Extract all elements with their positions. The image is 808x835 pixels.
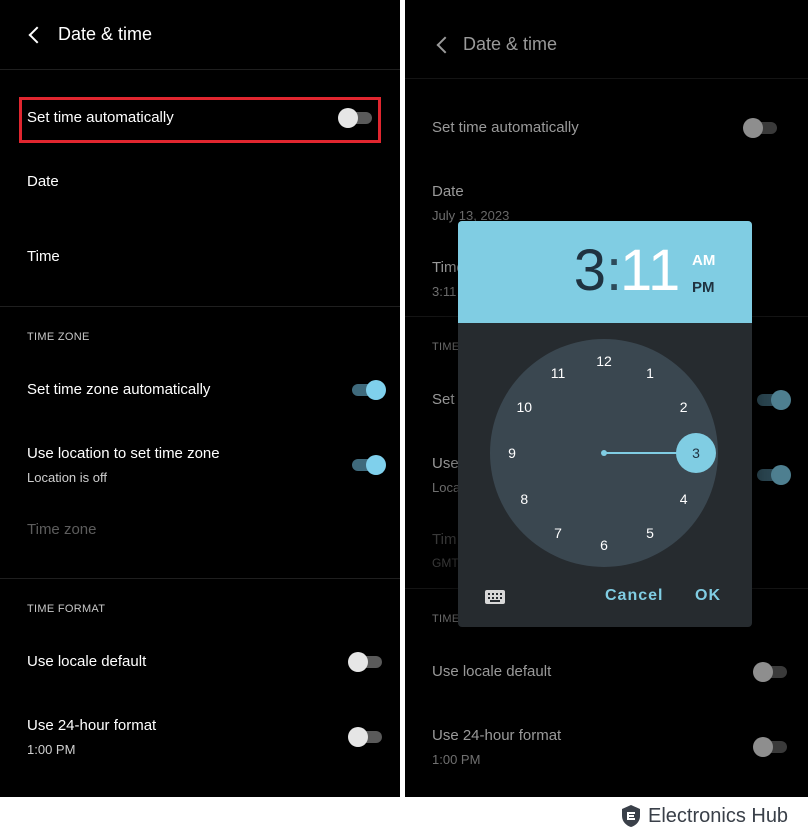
page-title: Date & time: [463, 34, 558, 54]
use-locale-default-toggle: [753, 662, 789, 682]
time-zone-item-disabled: Tim: [432, 531, 457, 548]
use-24-hour-format-toggle: [753, 737, 789, 757]
use-location-summary: Location is off: [27, 470, 107, 485]
time-format-section-header: TIME: [432, 613, 460, 625]
use-locale-default-label: Use locale default: [27, 653, 147, 670]
clock-number-5[interactable]: 5: [638, 523, 662, 543]
set-time-zone-automatically-label: Set: [432, 391, 455, 408]
time-zone-item-disabled: Time zone: [27, 521, 97, 538]
use-24-hour-format-label: Use 24-hour format: [27, 717, 157, 734]
clock-number-9[interactable]: 9: [500, 443, 524, 463]
use-location-toggle: [755, 465, 791, 485]
cancel-button[interactable]: Cancel: [605, 587, 663, 605]
watermark-brand-text: Electronics Hub: [648, 805, 789, 827]
time-value: 3:11: [432, 284, 457, 299]
clock-center-dot: [601, 450, 607, 456]
clock-number-10[interactable]: 10: [512, 397, 536, 417]
shield-logo-icon: [622, 805, 640, 827]
use-locale-default-label: Use locale default: [432, 663, 552, 680]
set-time-automatically-toggle: [743, 118, 779, 138]
use-24-hour-format-summary: 1:00 PM: [27, 742, 76, 757]
set-time-zone-automatically-toggle: [755, 390, 791, 410]
clock-number-4[interactable]: 4: [672, 489, 696, 509]
time-picker-dialog: 3 : 11 AM PM 3 12 1 2 4 5 6 7 8 9 10 11 Cancel OK: [458, 221, 752, 627]
header-divider: [0, 69, 400, 70]
use-24-hour-format-label: Use 24-hour format: [432, 727, 562, 744]
use-location-label: Use location to set time zone: [27, 445, 220, 462]
right-settings-screen-with-dialog: Date & time Set time automatically Date …: [405, 0, 808, 797]
set-time-automatically-label: Set time automatically: [432, 119, 579, 136]
use-locale-default-toggle[interactable]: [348, 652, 384, 672]
use-location-label: Use: [432, 455, 459, 472]
use-location-summary: Loca: [432, 480, 461, 495]
clock-selected-number[interactable]: 3: [676, 433, 716, 473]
time-picker-header: 3 : 11 AM PM: [458, 221, 752, 323]
hour-display[interactable]: 3: [574, 237, 606, 304]
set-time-zone-automatically-label: Set time zone automatically: [27, 381, 211, 398]
back-arrow-icon[interactable]: [28, 26, 46, 44]
date-setting-item[interactable]: Date: [27, 173, 59, 190]
set-time-automatically-label: Set time automatically: [27, 109, 174, 126]
clock-number-8[interactable]: 8: [512, 489, 536, 509]
ok-button[interactable]: OK: [695, 587, 721, 605]
gmt-value: GMT: [432, 556, 459, 570]
clock-number-7[interactable]: 7: [546, 523, 570, 543]
time-zone-section-header: TIME ZONE: [27, 331, 90, 343]
set-time-zone-automatically-toggle[interactable]: [350, 380, 386, 400]
page-title: Date & time: [58, 24, 153, 44]
date-setting-item: Date: [432, 183, 464, 200]
use-24-hour-format-toggle[interactable]: [348, 727, 384, 747]
clock-number-1[interactable]: 1: [638, 363, 662, 383]
time-zone-section-header: TIME: [432, 341, 460, 353]
time-format-section-header: TIME FORMAT: [27, 603, 106, 615]
time-setting-item[interactable]: Time: [27, 248, 60, 265]
section-divider: [0, 578, 400, 579]
use-24-hour-format-summary: 1:00 PM: [432, 752, 481, 767]
clock-number-11[interactable]: 11: [546, 363, 570, 383]
pm-toggle[interactable]: PM: [692, 279, 715, 296]
clock-dial[interactable]: 3 12 1 2 4 5 6 7 8 9 10 11: [490, 339, 718, 567]
left-settings-screen: Date & time Set time automatically Date …: [0, 0, 400, 797]
back-arrow-icon: [436, 36, 454, 54]
keyboard-icon[interactable]: [485, 590, 505, 604]
minute-display[interactable]: 11: [620, 237, 680, 304]
section-divider: [0, 306, 400, 307]
am-toggle[interactable]: AM: [692, 252, 715, 269]
clock-number-6[interactable]: 6: [592, 535, 616, 555]
clock-number-2[interactable]: 2: [672, 397, 696, 417]
set-time-automatically-toggle[interactable]: [338, 108, 374, 128]
header-divider: [405, 78, 808, 79]
use-location-toggle[interactable]: [350, 455, 386, 475]
clock-number-12[interactable]: 12: [592, 351, 616, 371]
